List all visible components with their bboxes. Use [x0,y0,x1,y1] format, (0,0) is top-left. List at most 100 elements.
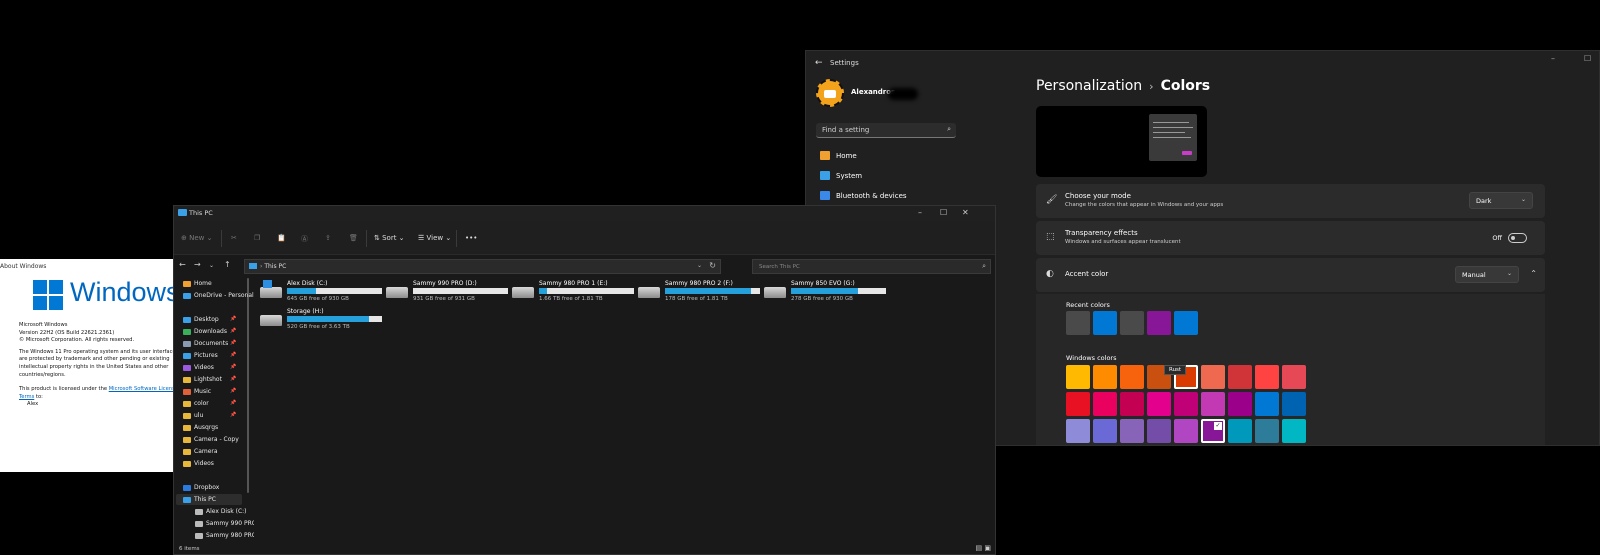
view-button[interactable]: ☰ View ⌄ [418,234,451,242]
recent-color-swatch[interactable] [1174,311,1198,335]
sort-button[interactable]: ⇅ Sort ⌄ [374,234,405,242]
windows-color-swatch[interactable] [1201,365,1225,389]
up-arrow-icon[interactable]: ↑ [224,260,231,269]
windows-color-swatch[interactable] [1228,419,1252,443]
windows-color-swatch[interactable] [1093,365,1117,389]
drive-tile[interactable]: Sammy 990 PRO (D:) 931 GB free of 931 GB [386,280,516,306]
sidebar-item[interactable]: Camera - Copy [183,436,239,443]
windows-color-swatch[interactable] [1174,392,1198,416]
sidebar-item[interactable]: Camera [183,448,218,455]
windows-color-swatch[interactable] [1066,392,1090,416]
windows-color-swatch[interactable] [1228,365,1252,389]
drive-usage-bar [287,316,382,322]
avatar[interactable] [816,79,844,107]
chevron-up-icon[interactable]: ⌃ [1530,269,1537,278]
drive-name: Sammy 980 PRO 2 (F:) [665,280,733,287]
cut-icon[interactable]: ✂ [231,234,237,242]
windows-color-swatch[interactable] [1120,392,1144,416]
back-arrow-icon[interactable]: ← [815,58,823,68]
sidebar-item[interactable]: Videos [183,460,214,467]
sidebar-item[interactable]: Downloads [183,328,227,335]
maximize-icon[interactable]: ☐ [940,208,947,217]
copy-icon[interactable]: ❐ [254,234,260,242]
windows-color-swatch[interactable] [1066,365,1090,389]
recent-color-swatch[interactable] [1066,311,1090,335]
refresh-icon[interactable]: ↻ [709,261,716,270]
pin-icon: 📌 [230,376,237,382]
windows-color-swatch[interactable] [1282,392,1306,416]
back-arrow-icon[interactable]: ← [179,260,186,269]
windows-color-swatch[interactable] [1255,392,1279,416]
windows-color-swatch[interactable] [1093,419,1117,443]
breadcrumb-personalization[interactable]: Personalization [1036,78,1142,94]
windows-color-swatch[interactable] [1255,365,1279,389]
more-options-button[interactable]: ••• [465,234,477,242]
accent-color-card[interactable]: ◐ Accent color Manual ⌄ ⌃ [1036,258,1545,292]
maximize-icon[interactable]: ☐ [1584,54,1591,63]
chevron-down-icon[interactable]: ⌄ [209,262,214,269]
accent-dropdown[interactable]: Manual ⌄ [1455,266,1519,283]
windows-color-swatch[interactable]: ✓ [1201,419,1225,443]
sidebar-item[interactable]: Desktop [183,316,219,323]
windows-color-swatch[interactable] [1120,365,1144,389]
sidebar-item[interactable]: Music [183,388,211,395]
sidebar-item[interactable]: ulu [183,412,203,419]
close-icon[interactable]: ✕ [962,208,969,217]
tiles-view-icon[interactable]: ▣ [984,544,991,552]
sidebar-item[interactable]: color [183,400,209,407]
settings-nav-home[interactable]: Home [820,151,857,160]
sidebar-item[interactable]: Home [183,280,212,287]
address-bar[interactable]: › This PC ⌄ ↻ [244,259,721,274]
mode-dropdown[interactable]: Dark ⌄ [1469,192,1533,209]
drive-usage-fill [539,288,547,294]
minimize-icon[interactable]: – [918,208,922,217]
sidebar-item[interactable]: Sammy 990 PRO [195,520,254,527]
drive-tile[interactable]: Alex Disk (C:) 645 GB free of 930 GB [260,280,390,306]
sidebar-item[interactable]: Sammy 980 PRO [195,532,254,539]
windows-color-swatch[interactable] [1255,419,1279,443]
paste-icon[interactable]: 📋 [277,234,286,242]
drive-tile[interactable]: Storage (H:) 520 GB free of 3.63 TB [260,308,390,334]
drive-tile[interactable]: Sammy 850 EVO (G:) 278 GB free of 930 GB [764,280,894,306]
windows-color-swatch[interactable] [1228,392,1252,416]
transparency-toggle[interactable] [1508,233,1527,243]
windows-color-swatch[interactable] [1147,392,1171,416]
recent-color-swatch[interactable] [1120,311,1144,335]
sidebar-item[interactable]: This PC [183,496,216,503]
sidebar-item-label: Videos [194,364,214,371]
chevron-down-icon[interactable]: ⌄ [697,262,702,269]
forward-arrow-icon[interactable]: → [194,260,201,269]
find-setting-input[interactable]: Find a setting ⌕ [816,123,956,138]
windows-color-swatch[interactable] [1120,419,1144,443]
rename-icon[interactable]: Ⓐ [301,234,308,244]
scrollbar[interactable] [247,278,249,493]
sidebar-item[interactable]: Lightshot [183,376,222,383]
drive-tile[interactable]: Sammy 980 PRO 2 (F:) 178 GB free of 1.81 … [638,280,768,306]
windows-color-swatch[interactable] [1066,419,1090,443]
windows-color-swatch[interactable] [1093,392,1117,416]
sidebar-item[interactable]: Documents [183,340,228,347]
minimize-icon[interactable]: – [1551,54,1555,63]
delete-icon[interactable]: 🗑 [349,234,358,242]
sidebar-item[interactable]: Videos [183,364,214,371]
recent-color-swatch[interactable] [1093,311,1117,335]
details-view-icon[interactable]: ▤ [976,544,983,552]
settings-nav-system[interactable]: System [820,171,862,180]
settings-nav-bluetooth[interactable]: Bluetooth & devices [820,191,907,200]
drive-tile[interactable]: Sammy 980 PRO 1 (E:) 1.66 TB free of 1.81… [512,280,642,306]
sidebar-item[interactable]: Alex Disk (C:) [195,508,247,515]
sidebar-item[interactable]: Ausqrgs [183,424,218,431]
preview-window [1149,114,1197,161]
windows-color-swatch[interactable] [1201,392,1225,416]
share-icon[interactable]: ⇪ [325,234,331,242]
windows-color-swatch[interactable] [1282,365,1306,389]
sidebar-item[interactable]: Dropbox [183,484,219,491]
sidebar-item[interactable]: OneDrive - Personal [183,292,254,299]
windows-color-swatch[interactable] [1282,419,1306,443]
new-button[interactable]: ⊕ New ⌄ [181,234,212,242]
recent-color-swatch[interactable] [1147,311,1171,335]
sidebar-item[interactable]: Pictures [183,352,218,359]
search-input[interactable]: Search This PC ⌕ [752,259,991,274]
windows-color-swatch[interactable] [1174,419,1198,443]
windows-color-swatch[interactable] [1147,419,1171,443]
